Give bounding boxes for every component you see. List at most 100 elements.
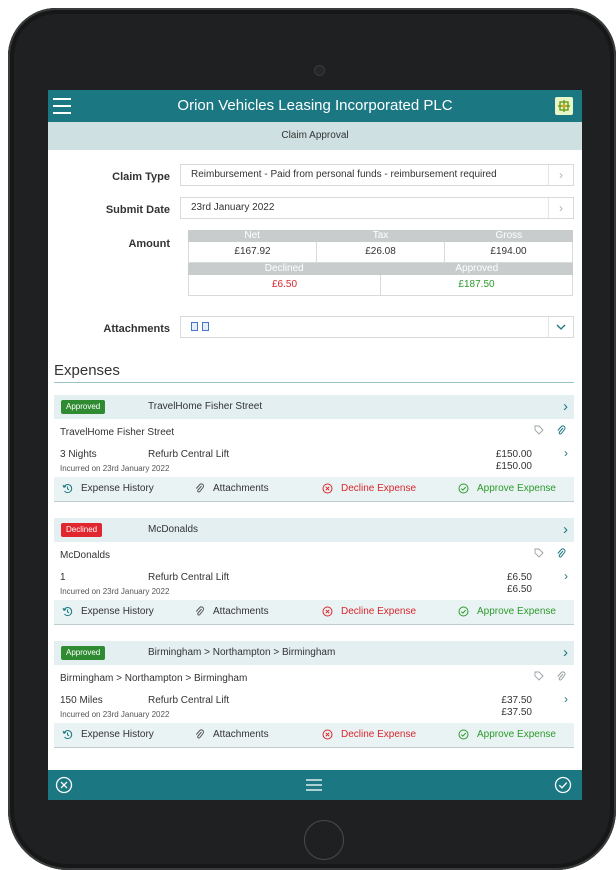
attachments-button[interactable]: Attachments <box>194 606 269 617</box>
approved-header: Approved <box>455 263 499 274</box>
decline-expense-button[interactable]: Decline Expense <box>322 606 416 617</box>
page-subtitle: Claim Approval <box>48 122 582 150</box>
expense-card-header[interactable]: Approved TravelHome Fisher Street › <box>54 395 574 419</box>
attachments-button[interactable]: Attachments <box>194 729 269 740</box>
list-icon[interactable] <box>305 776 323 794</box>
submit-date-label: Submit Date <box>105 204 170 216</box>
company-logo-icon[interactable] <box>555 97 573 115</box>
expense-card-body[interactable]: McDonalds 1 Refurb Central Lift Incurred… <box>54 542 574 600</box>
attachments-action-label: Attachments <box>213 483 269 494</box>
expense-project: Refurb Central Lift <box>148 695 230 706</box>
approved-value: £187.50 <box>458 279 495 290</box>
expense-amount-total: £6.50 <box>506 584 532 595</box>
expense-name: TravelHome Fisher Street <box>60 427 175 438</box>
tag-icon[interactable] <box>534 548 544 558</box>
expense-amount: £37.50 <box>501 695 532 706</box>
expense-history-button[interactable]: Expense History <box>62 729 154 740</box>
expense-incurred-date: Incurred on 23rd January 2022 <box>60 710 170 719</box>
status-badge: Approved <box>61 646 106 660</box>
document-icon[interactable] <box>202 321 209 331</box>
submit-date-value: 23rd January 2022 <box>191 202 275 213</box>
chevron-right-icon[interactable]: › <box>563 521 568 538</box>
front-camera <box>314 65 325 76</box>
app-title: Orion Vehicles Leasing Incorporated PLC <box>177 97 453 114</box>
declined-header: Declined <box>264 263 304 274</box>
paperclip-icon <box>195 606 204 616</box>
chevron-down-icon[interactable] <box>548 317 573 337</box>
approve-expense-button[interactable]: Approve Expense <box>458 606 556 617</box>
submit-date-field[interactable]: 23rd January 2022 › <box>180 197 574 219</box>
expense-history-label: Expense History <box>81 729 154 740</box>
x-circle-icon <box>322 729 333 740</box>
chevron-right-icon[interactable]: › <box>564 569 568 583</box>
expense-amount: £150.00 <box>495 449 532 460</box>
claim-type-field[interactable]: Reimbursement - Paid from personal funds… <box>180 164 574 186</box>
expense-actions: Expense History Attachments Decline Expe… <box>54 723 574 747</box>
decline-expense-button[interactable]: Decline Expense <box>322 483 416 494</box>
expense-history-button[interactable]: Expense History <box>62 606 154 617</box>
approve-expense-button[interactable]: Approve Expense <box>458 483 556 494</box>
status-badge: Approved <box>61 400 106 414</box>
chevron-right-icon[interactable]: › <box>564 446 568 460</box>
check-circle-icon[interactable] <box>554 776 572 794</box>
chevron-right-icon[interactable]: › <box>563 398 568 415</box>
approve-expense-button[interactable]: Approve Expense <box>458 729 556 740</box>
paperclip-icon[interactable] <box>556 425 566 436</box>
history-icon <box>62 730 73 740</box>
paperclip-icon <box>195 483 204 493</box>
expense-project: Refurb Central Lift <box>148 449 230 460</box>
tax-header: Tax <box>372 230 389 241</box>
chevron-right-icon[interactable]: › <box>563 644 568 661</box>
declined-value: £6.50 <box>189 275 381 295</box>
x-circle-icon <box>322 606 333 617</box>
decline-expense-label: Decline Expense <box>341 483 417 494</box>
status-header-row: Declined Approved <box>188 263 573 275</box>
document-icon[interactable] <box>191 321 198 331</box>
chevron-right-icon[interactable]: › <box>548 165 573 185</box>
attachments-field[interactable] <box>180 316 574 338</box>
expense-amount-total: £150.00 <box>495 461 532 472</box>
tag-icon[interactable] <box>534 425 544 435</box>
expense-history-button[interactable]: Expense History <box>62 483 154 494</box>
expense-vendor: McDonalds <box>148 524 199 535</box>
expense-card: Approved Birmingham > Northampton > Birm… <box>54 641 574 748</box>
x-circle-icon[interactable] <box>55 776 73 794</box>
amount-values-row: £167.92 £26.08 £194.00 <box>188 242 573 263</box>
expense-card-body[interactable]: TravelHome Fisher Street 3 Nights Refurb… <box>54 419 574 477</box>
chevron-right-icon[interactable]: › <box>548 198 573 218</box>
paperclip-icon[interactable] <box>556 548 566 559</box>
decline-expense-button[interactable]: Decline Expense <box>322 729 416 740</box>
net-header: Net <box>244 230 260 241</box>
expense-incurred-date: Incurred on 23rd January 2022 <box>60 587 170 596</box>
paperclip-icon <box>195 729 204 739</box>
history-icon <box>62 607 73 617</box>
attachments-button[interactable]: Attachments <box>194 483 269 494</box>
expense-vendor: TravelHome Fisher Street <box>148 401 263 412</box>
paperclip-icon[interactable] <box>556 671 566 682</box>
gross-value: £194.00 <box>490 246 527 257</box>
x-circle-icon <box>322 483 333 494</box>
home-button[interactable] <box>304 820 344 860</box>
check-circle-icon <box>458 729 469 740</box>
approve-expense-label: Approve Expense <box>477 729 556 740</box>
chevron-right-icon[interactable]: › <box>564 692 568 706</box>
tax-value: £26.08 <box>317 242 445 262</box>
expense-name: Birmingham > Northampton > Birmingham <box>60 673 248 684</box>
attachments-label: Attachments <box>103 323 170 335</box>
approve-expense-label: Approve Expense <box>477 483 556 494</box>
claim-type-value: Reimbursement - Paid from personal funds… <box>191 169 497 180</box>
expense-card-body[interactable]: Birmingham > Northampton > Birmingham 15… <box>54 665 574 723</box>
claim-type-label: Claim Type <box>112 171 170 183</box>
amount-table: Net Tax Gross £167.92 £26.08 £194.00 Dec… <box>188 230 573 296</box>
expense-amount: £6.50 <box>506 572 532 583</box>
expense-quantity: 1 <box>60 572 66 583</box>
expense-card-header[interactable]: Declined McDonalds › <box>54 518 574 542</box>
history-icon <box>62 484 73 494</box>
expenses-heading: Expenses <box>54 362 120 379</box>
status-values-row: £6.50 £187.50 <box>188 275 573 296</box>
tag-icon[interactable] <box>534 671 544 681</box>
app-header: Orion Vehicles Leasing Incorporated PLC <box>48 90 582 122</box>
expense-card-header[interactable]: Approved Birmingham > Northampton > Birm… <box>54 641 574 665</box>
expense-history-label: Expense History <box>81 483 154 494</box>
expense-quantity: 3 Nights <box>60 449 97 460</box>
